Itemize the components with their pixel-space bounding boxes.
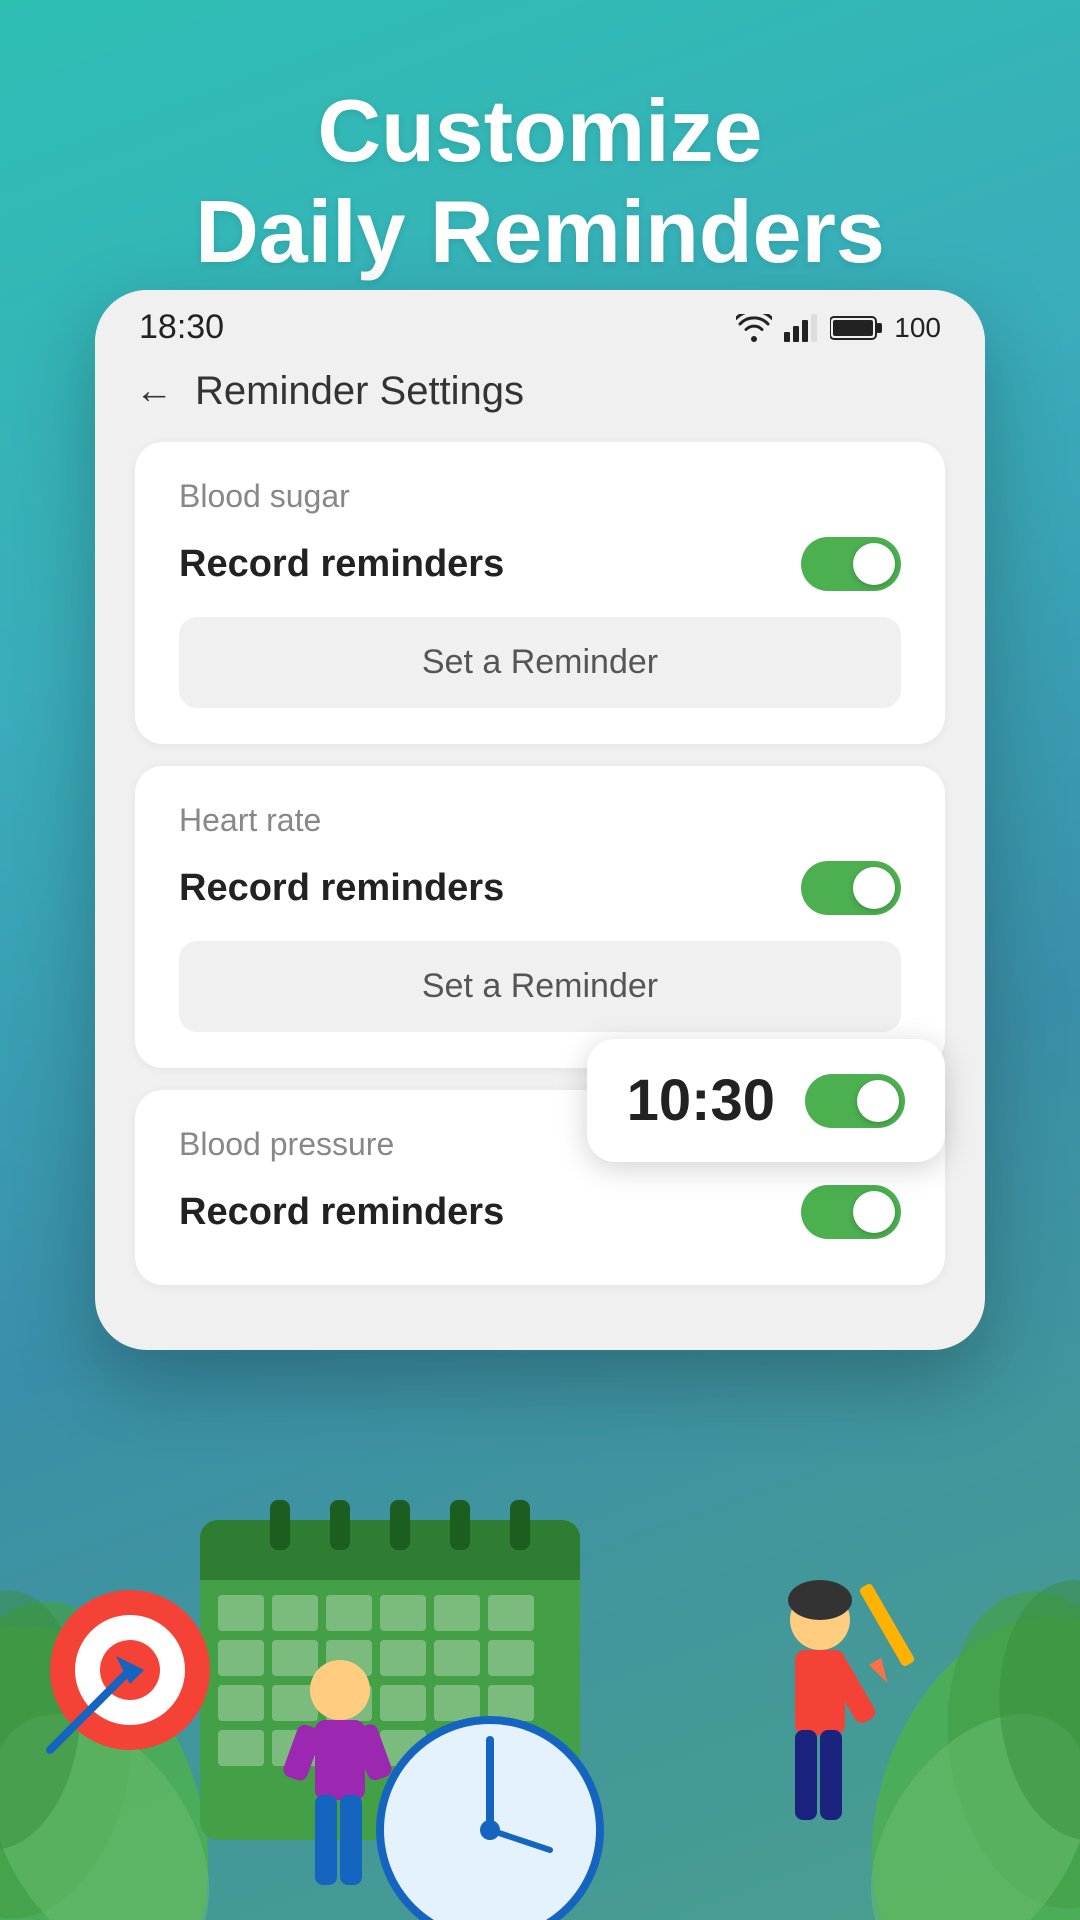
back-button[interactable]: ← (135, 370, 173, 413)
scroll-content: Blood sugar Record reminders Set a Remin… (95, 432, 985, 1305)
battery-level: 100 (894, 312, 941, 344)
blood-sugar-toggle-thumb (853, 543, 895, 585)
blood-pressure-toggle[interactable] (801, 1185, 901, 1239)
popup-time: 10:30 (627, 1067, 775, 1134)
blood-sugar-card: Blood sugar Record reminders Set a Remin… (135, 442, 945, 744)
illustration-area (0, 1340, 1080, 1920)
nav-bar: ← Reminder Settings (95, 355, 985, 432)
page-title: Reminder Settings (195, 369, 524, 414)
popup-toggle[interactable] (805, 1074, 905, 1128)
blood-pressure-toggle-thumb (853, 1191, 895, 1233)
blood-sugar-label: Record reminders (179, 543, 504, 586)
heart-rate-card: Heart rate Record reminders Set a Remind… (135, 766, 945, 1068)
wifi-icon (736, 314, 772, 342)
heart-rate-label: Record reminders (179, 867, 504, 910)
heart-rate-toggle-thumb (853, 867, 895, 909)
popup-toggle-thumb (857, 1080, 899, 1122)
blood-pressure-row: Record reminders (179, 1185, 901, 1239)
heart-rate-toggle[interactable] (801, 861, 901, 915)
status-bar: 18:30 100 (95, 290, 985, 355)
heart-rate-category: Heart rate (179, 802, 901, 839)
blood-sugar-toggle[interactable] (801, 537, 901, 591)
heart-rate-set-reminder-button[interactable]: Set a Reminder (179, 941, 901, 1032)
blood-pressure-label: Record reminders (179, 1191, 504, 1234)
status-icons: 100 (736, 312, 941, 344)
hero-title: Customize Daily Reminders (40, 80, 1040, 282)
time-popup: 10:30 (587, 1039, 945, 1162)
heart-rate-row: Record reminders (179, 861, 901, 915)
status-time: 18:30 (139, 308, 224, 347)
blood-sugar-set-reminder-button[interactable]: Set a Reminder (179, 617, 901, 708)
battery-icon (830, 314, 882, 342)
phone-frame: 18:30 100 (95, 290, 985, 1350)
illustration-svg (0, 1340, 1080, 1920)
blood-sugar-row: Record reminders (179, 537, 901, 591)
signal-icon (784, 314, 818, 342)
blood-sugar-category: Blood sugar (179, 478, 901, 515)
